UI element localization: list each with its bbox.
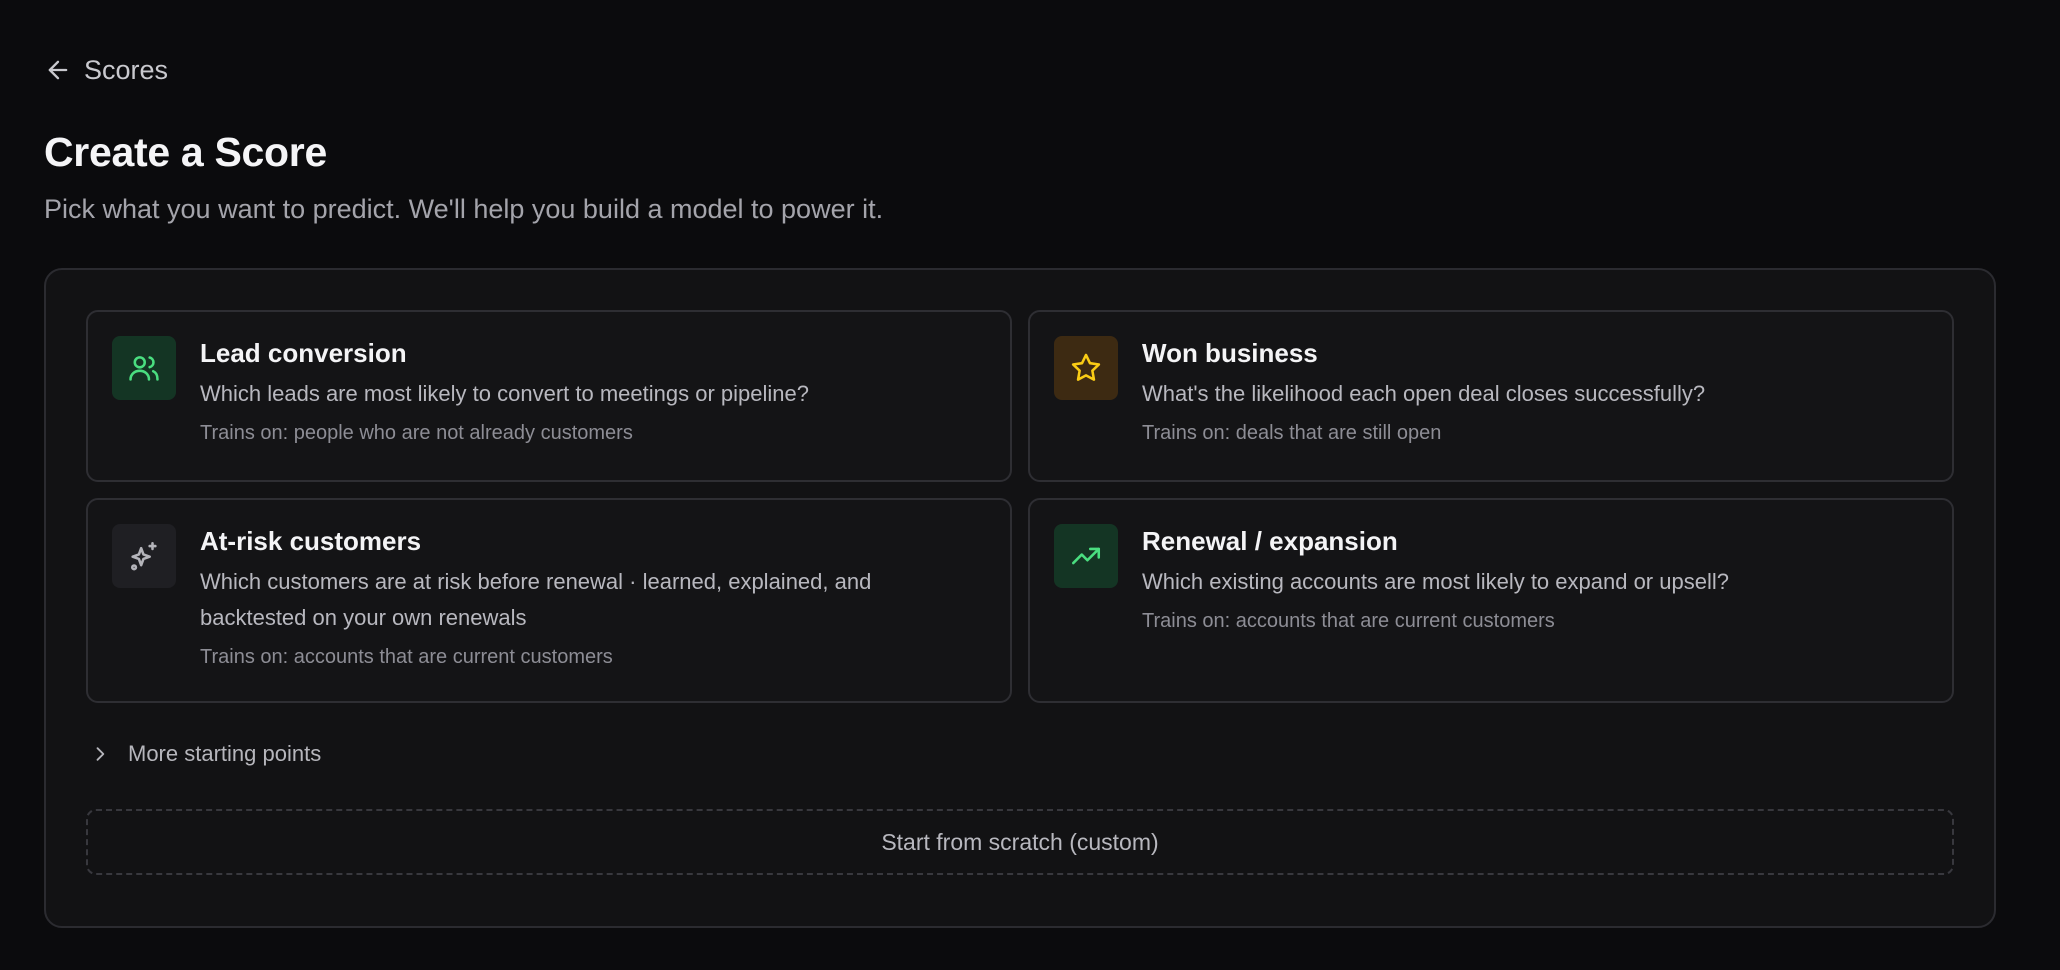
card-title: Renewal / expansion: [1142, 526, 1398, 556]
card-description: What's the likelihood each open deal clo…: [1142, 381, 1706, 406]
create-score-page: Scores Create a Score Pick what you want…: [0, 0, 2060, 970]
card-trains-on: Trains on: deals that are still open: [1142, 422, 1442, 444]
card-description: Which leads are most likely to convert t…: [200, 381, 809, 406]
arrow-left-icon: [48, 60, 68, 80]
back-to-scores-link[interactable]: Scores: [44, 52, 168, 88]
sparkles-icon: [130, 541, 157, 571]
chevron-right-icon: [96, 747, 105, 761]
score-templates-panel: Lead conversion Which leads are most lik…: [44, 268, 1996, 928]
start-from-scratch-label: Start from scratch (custom): [881, 828, 1159, 855]
renewal-icon-tile: [1054, 524, 1118, 588]
card-title: Won business: [1142, 338, 1318, 368]
more-starting-points-label: More starting points: [128, 741, 322, 766]
card-description: Which customers are at risk before renew…: [200, 569, 872, 630]
won-business-icon-tile: [1054, 336, 1118, 400]
card-trains-on: Trains on: people who are not already cu…: [200, 422, 633, 444]
lead-conversion-card[interactable]: Lead conversion Which leads are most lik…: [86, 310, 1012, 482]
card-trains-on: Trains on: accounts that are current cus…: [200, 646, 613, 668]
card-trains-on: Trains on: accounts that are current cus…: [1142, 610, 1555, 632]
at-risk-customers-card[interactable]: At-risk customers Which customers are at…: [86, 498, 1012, 703]
lead-conversion-icon-tile: [112, 336, 176, 400]
star-icon: [1071, 353, 1101, 381]
card-title: Lead conversion: [200, 338, 407, 368]
won-business-card[interactable]: Won business What's the likelihood each …: [1028, 310, 1954, 482]
trending-up-icon: [1071, 547, 1101, 565]
more-starting-points-toggle[interactable]: More starting points: [86, 739, 1954, 769]
card-title: At-risk customers: [200, 526, 422, 556]
back-link-label: Scores: [84, 54, 169, 85]
renewal-expansion-card[interactable]: Renewal / expansion Which existing accou…: [1028, 498, 1954, 703]
users-icon: [129, 356, 159, 381]
page-title: Create a Score: [44, 129, 327, 175]
card-description: Which existing accounts are most likely …: [1142, 569, 1729, 594]
score-template-grid: Lead conversion Which leads are most lik…: [86, 310, 1954, 703]
page-subtitle: Pick what you want to predict. We'll hel…: [44, 194, 884, 224]
at-risk-icon-tile: [112, 524, 176, 588]
start-from-scratch-button[interactable]: Start from scratch (custom): [86, 809, 1954, 875]
